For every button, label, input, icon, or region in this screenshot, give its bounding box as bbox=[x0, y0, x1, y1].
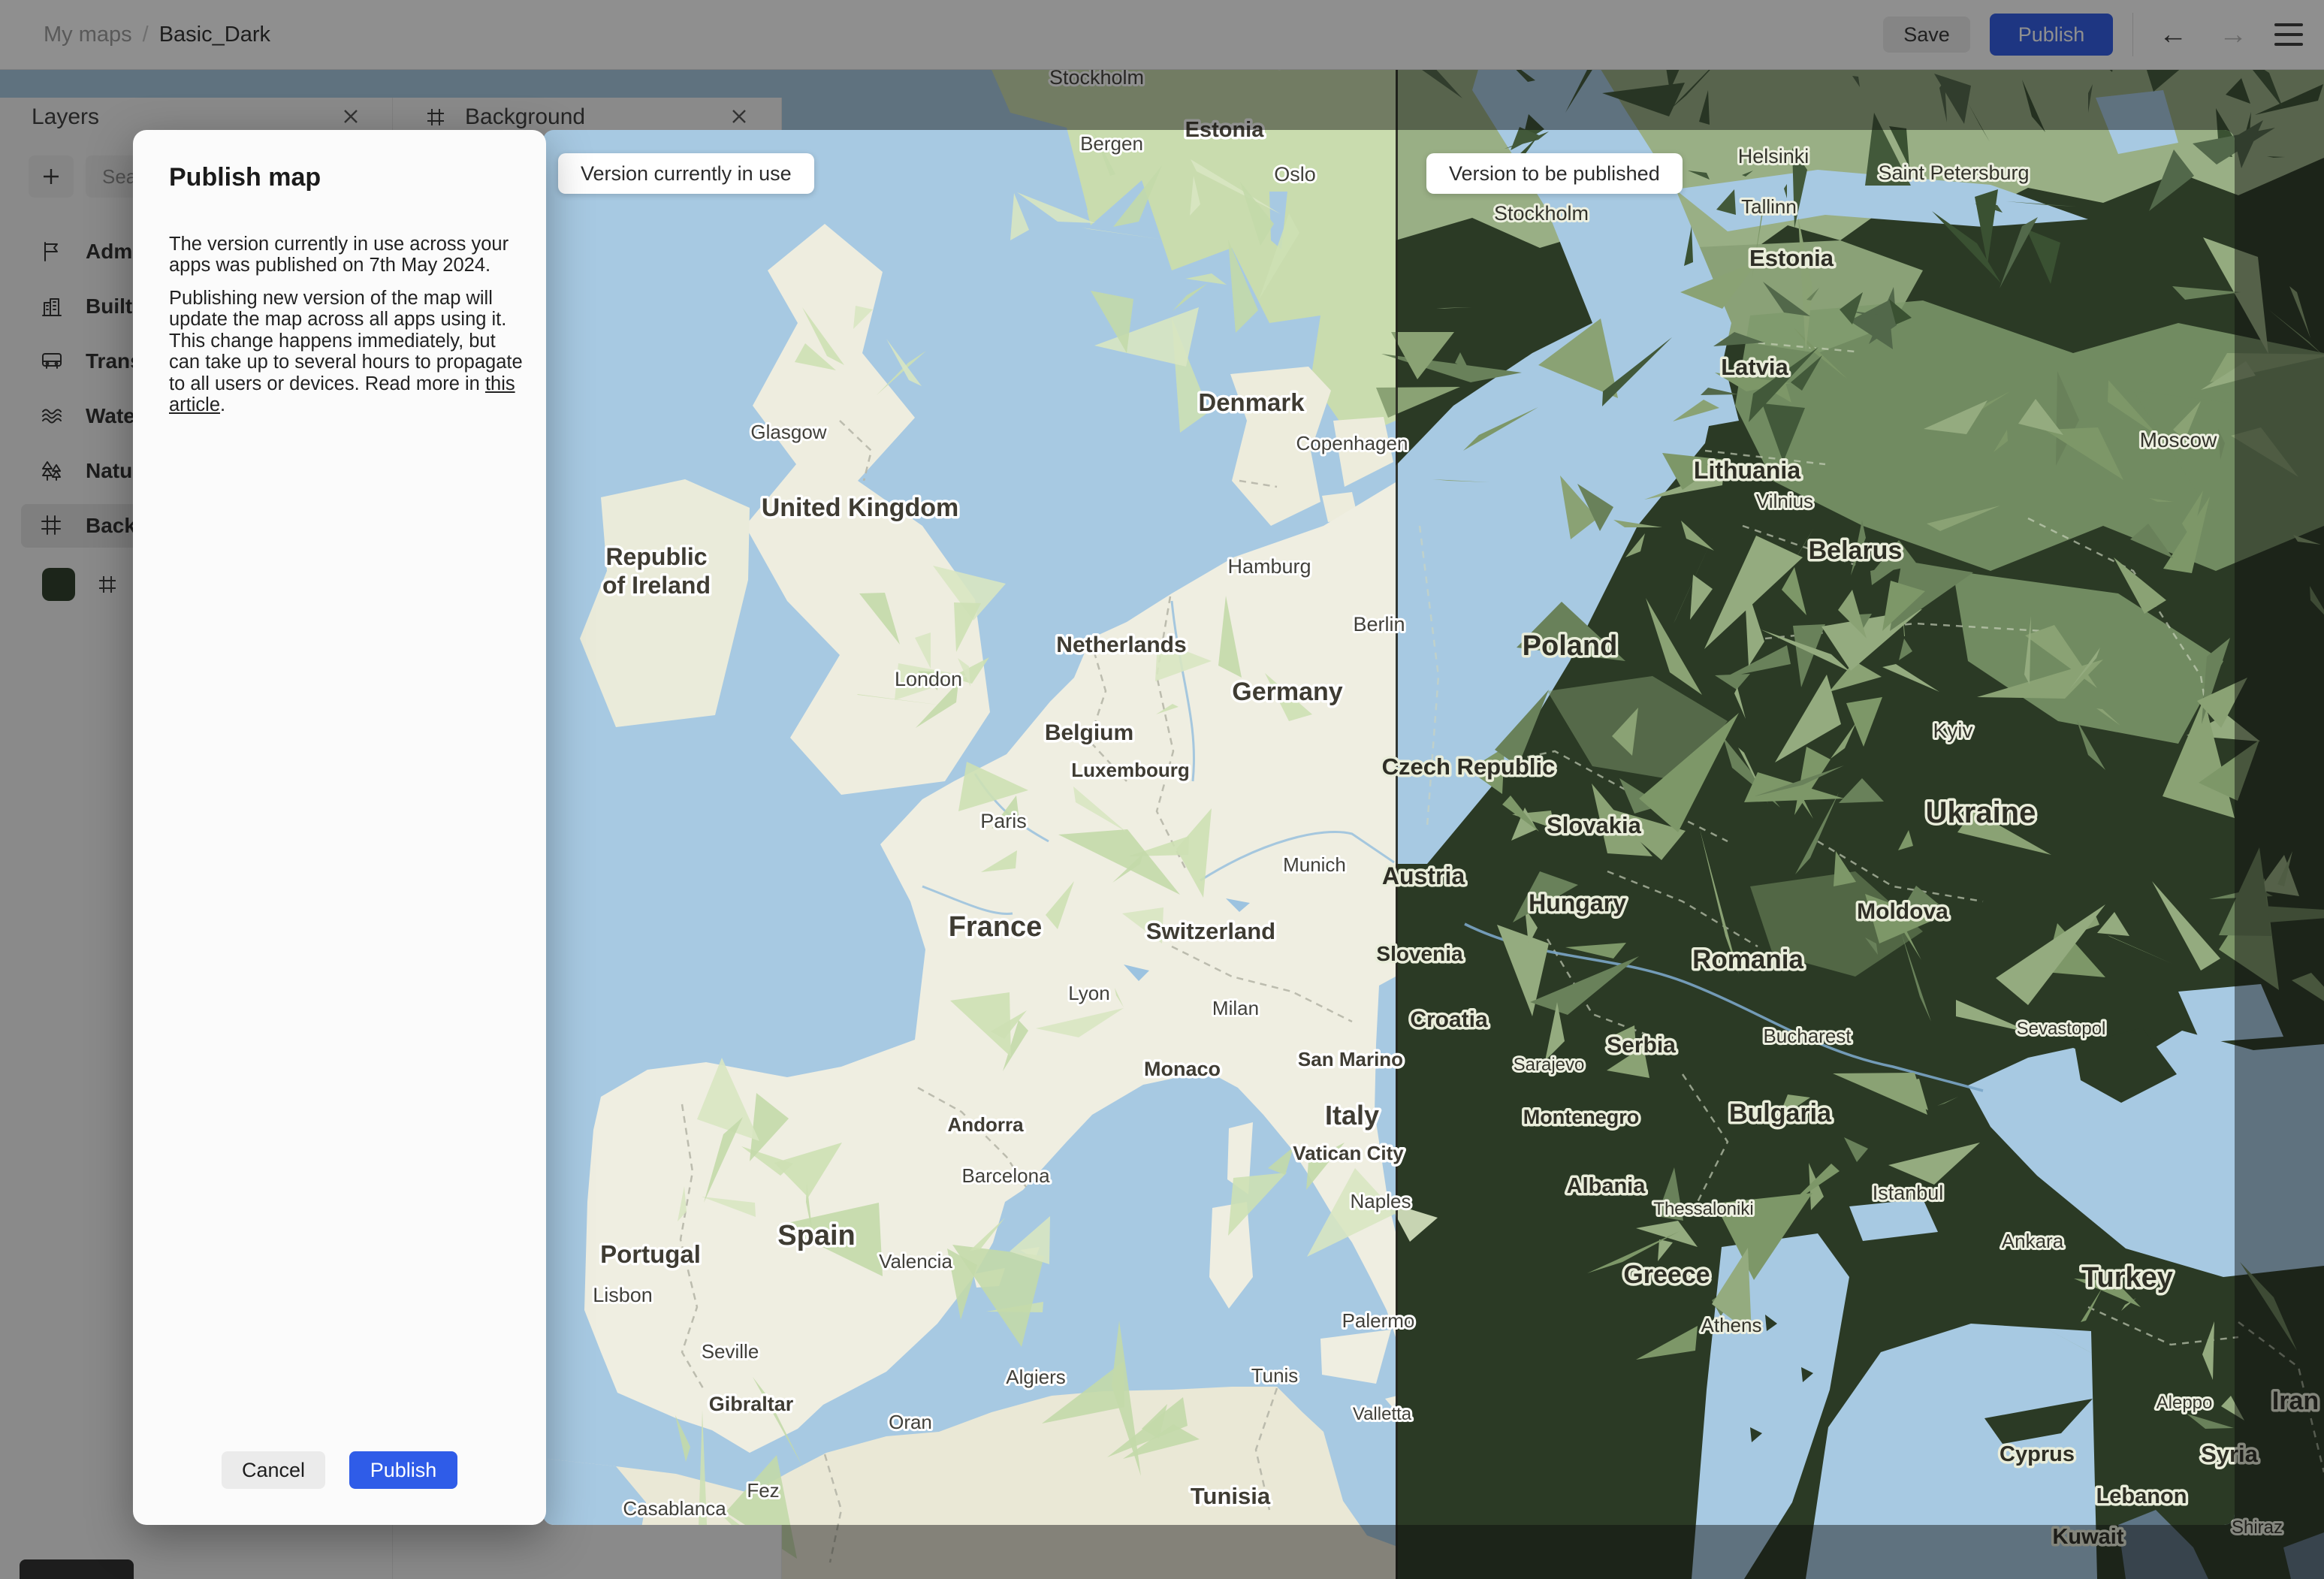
cancel-button[interactable]: Cancel bbox=[222, 1451, 325, 1489]
app-root: { "topbar": { "breadcrumb": {"section": … bbox=[0, 0, 2324, 1579]
current-version-chip: Version currently in use bbox=[558, 153, 814, 194]
dialog-paragraph-current-version: The version currently in use across your… bbox=[169, 233, 509, 276]
dialog-title: Publish map bbox=[169, 163, 321, 192]
publish-button[interactable]: Publish bbox=[349, 1451, 457, 1489]
published-version-chip: Version to be published bbox=[1426, 153, 1683, 194]
dialog-paragraph-publish-info: Publishing new version of the map will u… bbox=[169, 287, 523, 416]
publish-map-dialog: Publish map The version currently in use… bbox=[133, 130, 546, 1525]
map-version-preview[interactable]: Version currently in use Version to be p… bbox=[543, 130, 2235, 1525]
